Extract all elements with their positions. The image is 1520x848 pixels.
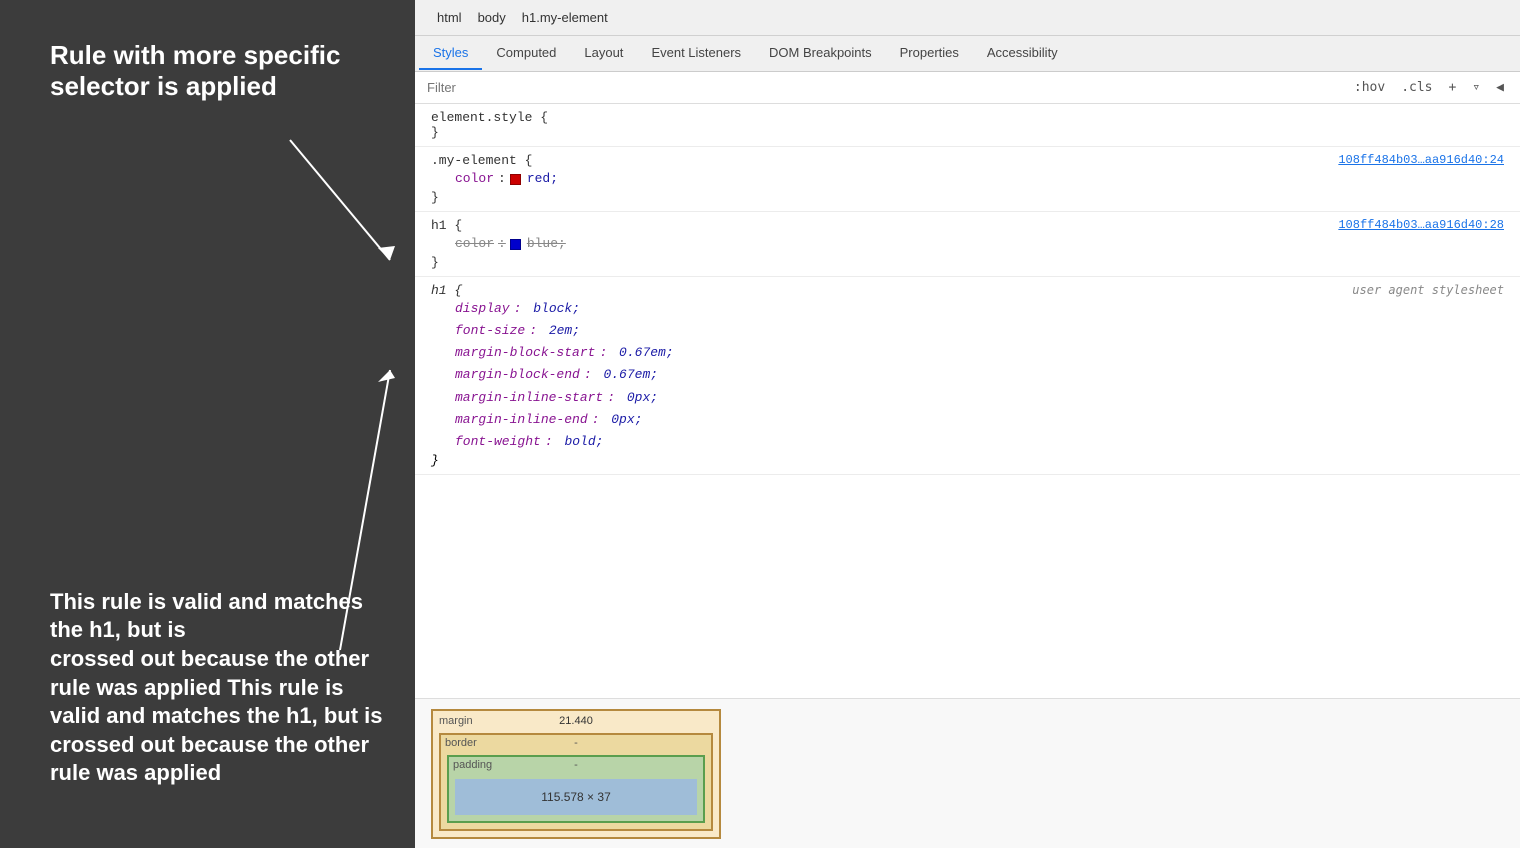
- h1-ua-display: display: block;: [431, 298, 1504, 320]
- h1-ua-display-value[interactable]: block;: [525, 298, 580, 320]
- annotation-top: Rule with more specificselector is appli…: [50, 40, 340, 102]
- my-element-source[interactable]: 108ff484b03…aa916d40:24: [1338, 153, 1504, 167]
- annotation-top-text: Rule with more specificselector is appli…: [50, 40, 340, 101]
- content-box: 115.578 × 37: [455, 779, 697, 815]
- my-element-color-swatch[interactable]: [510, 174, 521, 185]
- h1-overridden-block: h1 { 108ff484b03…aa916d40:28 color : blu…: [415, 212, 1520, 277]
- element-style-selector[interactable]: element.style {: [431, 110, 548, 125]
- my-element-close: }: [431, 190, 1504, 205]
- h1-ua-mie: margin-inline-end: 0px;: [431, 409, 1504, 431]
- my-element-prop-value[interactable]: red;: [527, 168, 558, 190]
- h1-overridden-prop-value[interactable]: blue;: [527, 233, 566, 255]
- h1-ua-mbe: margin-block-end: 0.67em;: [431, 364, 1504, 386]
- h1-useragent-close: }: [431, 453, 1504, 468]
- h1-ua-fontsize-name[interactable]: font-size: [455, 320, 525, 342]
- devtools-panel: html body h1.my-element Styles Computed …: [415, 0, 1520, 848]
- tab-layout[interactable]: Layout: [570, 37, 637, 70]
- tab-styles[interactable]: Styles: [419, 37, 482, 70]
- element-style-block: element.style { }: [415, 104, 1520, 147]
- filter-bar: :hov .cls + ▿ ◀: [415, 72, 1520, 104]
- h1-ua-fw-value[interactable]: bold;: [557, 431, 604, 453]
- annotation-bottom-text: This rule is valid and matches the h1, b…: [50, 589, 369, 700]
- margin-label: margin: [439, 715, 473, 727]
- tab-dom-breakpoints[interactable]: DOM Breakpoints: [755, 37, 886, 70]
- box-model: margin 21.440 border - padding - 115.578…: [431, 709, 721, 839]
- element-style-close: }: [431, 125, 439, 140]
- h1-overridden-header: h1 { 108ff484b03…aa916d40:28: [431, 218, 1504, 233]
- tab-properties[interactable]: Properties: [886, 37, 973, 70]
- padding-label: padding: [453, 759, 492, 771]
- margin-value: 21.440: [559, 715, 593, 727]
- tab-event-listeners[interactable]: Event Listeners: [637, 37, 755, 70]
- h1-useragent-header: h1 { user agent stylesheet: [431, 283, 1504, 298]
- tabs-bar: Styles Computed Layout Event Listeners D…: [415, 36, 1520, 72]
- h1-overridden-source[interactable]: 108ff484b03…aa916d40:28: [1338, 218, 1504, 232]
- padding-value: -: [574, 759, 578, 771]
- h1-overridden-color-swatch[interactable]: [510, 239, 521, 250]
- my-element-block: .my-element { 108ff484b03…aa916d40:24 co…: [415, 147, 1520, 212]
- h1-useragent-source: user agent stylesheet: [1352, 283, 1504, 297]
- sidebar-toggle-button[interactable]: ◀: [1492, 78, 1508, 97]
- h1-ua-mbs: margin-block-start: 0.67em;: [431, 342, 1504, 364]
- breadcrumb: html body h1.my-element: [415, 0, 1520, 36]
- h1-ua-mie-name[interactable]: margin-inline-end: [455, 409, 588, 431]
- filter-actions: :hov .cls + ▿ ◀: [1350, 78, 1508, 97]
- h1-overridden-color-prop: color : blue;: [431, 233, 1504, 255]
- cls-button[interactable]: .cls: [1397, 78, 1436, 97]
- h1-ua-fontsize: font-size: 2em;: [431, 320, 1504, 342]
- hov-button[interactable]: :hov: [1350, 78, 1389, 97]
- annotation-panel: Rule with more specificselector is appli…: [0, 0, 415, 848]
- h1-ua-mbe-value[interactable]: 0.67em;: [596, 364, 658, 386]
- h1-ua-fw-name[interactable]: font-weight: [455, 431, 541, 453]
- h1-ua-fw: font-weight: bold;: [431, 431, 1504, 453]
- my-element-prop-name[interactable]: color: [455, 168, 494, 190]
- h1-ua-mbs-name[interactable]: margin-block-start: [455, 342, 595, 364]
- border-value: -: [574, 737, 578, 749]
- my-element-colon: :: [498, 168, 506, 190]
- breadcrumb-h1[interactable]: h1.my-element: [516, 8, 614, 27]
- annotation-bottom: This rule is valid and matches the h1, b…: [50, 588, 390, 788]
- my-element-header: .my-element { 108ff484b03…aa916d40:24: [431, 153, 1504, 168]
- filter-input[interactable]: [427, 80, 627, 95]
- my-element-selector[interactable]: .my-element {: [431, 153, 532, 168]
- breadcrumb-body[interactable]: body: [472, 8, 512, 27]
- h1-ua-fontsize-value[interactable]: 2em;: [541, 320, 580, 342]
- h1-ua-display-name[interactable]: display: [455, 298, 510, 320]
- h1-ua-mis-value[interactable]: 0px;: [619, 387, 658, 409]
- h1-overridden-selector[interactable]: h1 {: [431, 218, 462, 233]
- content-size: 115.578 × 37: [541, 790, 611, 804]
- tab-accessibility[interactable]: Accessibility: [973, 37, 1072, 70]
- code-area: element.style { } .my-element { 108ff484…: [415, 104, 1520, 698]
- h1-ua-mbs-value[interactable]: 0.67em;: [611, 342, 673, 364]
- h1-useragent-selector[interactable]: h1 {: [431, 283, 462, 298]
- toggle-button[interactable]: ▿: [1468, 78, 1484, 97]
- new-rule-button[interactable]: +: [1445, 78, 1461, 97]
- breadcrumb-html[interactable]: html: [431, 8, 468, 27]
- tab-computed[interactable]: Computed: [482, 37, 570, 70]
- h1-ua-mis-name[interactable]: margin-inline-start: [455, 387, 603, 409]
- h1-ua-mie-value[interactable]: 0px;: [603, 409, 642, 431]
- h1-ua-mis: margin-inline-start: 0px;: [431, 387, 1504, 409]
- border-label: border: [445, 737, 477, 749]
- h1-overridden-close: }: [431, 255, 1504, 270]
- h1-overridden-colon: :: [498, 233, 506, 255]
- h1-overridden-prop-name[interactable]: color: [455, 233, 494, 255]
- h1-ua-mbe-name[interactable]: margin-block-end: [455, 364, 580, 386]
- padding-layer: padding - 115.578 × 37: [447, 755, 705, 823]
- my-element-color-prop: color : red;: [431, 168, 1504, 190]
- h1-useragent-block: h1 { user agent stylesheet display: bloc…: [415, 277, 1520, 475]
- bottom-area: margin 21.440 border - padding - 115.578…: [415, 698, 1520, 848]
- border-layer: border - padding - 115.578 × 37: [439, 733, 713, 831]
